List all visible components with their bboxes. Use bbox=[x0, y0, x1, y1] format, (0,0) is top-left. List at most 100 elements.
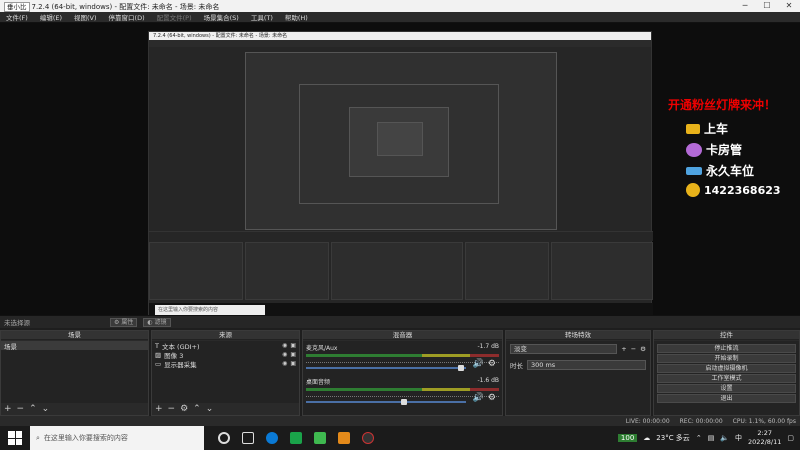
transitions-dock: 转场特效 淡变 + − ⚙ 时长 300 ms bbox=[505, 330, 651, 416]
scenes-header: 场景 bbox=[1, 331, 148, 340]
stop-streaming-button[interactable]: 停止推流 bbox=[657, 344, 796, 353]
image-icon: ▨ bbox=[155, 350, 162, 359]
mixer-dock: 混音器 麦克风/Aux -1.7 dB 🔊 ⚙ 桌面音频 -1.6 dB 🔊 ⚙ bbox=[302, 330, 503, 416]
scene-item-label: 场景 bbox=[4, 342, 17, 351]
start-recording-button[interactable]: 开始录制 bbox=[657, 354, 796, 363]
up-arrow-icon[interactable]: ⌃ bbox=[193, 404, 201, 414]
weather-icon: ☁ bbox=[643, 434, 651, 442]
gear-icon[interactable]: ⚙ bbox=[488, 359, 496, 369]
menu-file[interactable]: 文件(F) bbox=[6, 12, 28, 22]
windows-taskbar: ⌕ 在这里输入你要搜索的内容 100 ☁ 23°C 多云 ⌃ ▤ 🔈 中 2:2… bbox=[0, 426, 800, 450]
lock-icon[interactable]: ▣ bbox=[290, 360, 296, 367]
menu-scene-collection[interactable]: 场景集合(S) bbox=[204, 12, 239, 22]
menu-tools[interactable]: 工具(T) bbox=[251, 12, 273, 22]
scene-item[interactable]: 场景 bbox=[1, 341, 148, 351]
task-view-icon[interactable] bbox=[242, 432, 254, 444]
clock-time: 2:27 bbox=[757, 429, 772, 437]
source-label: 显示器采集 bbox=[164, 360, 197, 369]
add-icon[interactable]: + bbox=[621, 345, 626, 353]
menu-help[interactable]: 帮助(H) bbox=[285, 12, 308, 22]
close-button[interactable]: ✕ bbox=[778, 0, 800, 12]
overlay-item-2: 卡房管 bbox=[706, 143, 743, 157]
obs-icon[interactable] bbox=[362, 432, 374, 444]
duration-input[interactable]: 300 ms bbox=[527, 360, 646, 370]
nested-docks bbox=[149, 242, 653, 300]
notification-icon[interactable]: ▢ bbox=[787, 434, 794, 442]
eye-icon[interactable]: ◉ bbox=[282, 360, 287, 367]
add-icon[interactable]: + bbox=[155, 404, 163, 414]
up-arrow-icon[interactable]: ⌃ bbox=[29, 404, 37, 414]
system-tray: 100 ☁ 23°C 多云 ⌃ ▤ 🔈 中 2:27 2022/8/11 ▢ bbox=[617, 429, 800, 447]
rec-status: REC: 00:00:00 bbox=[679, 417, 723, 425]
scenes-dock: 场景 场景 + − ⌃ ⌄ bbox=[0, 330, 149, 416]
down-arrow-icon[interactable]: ⌄ bbox=[42, 404, 50, 414]
source-item[interactable]: ▭ 显示器采集 ◉ ▣ bbox=[152, 359, 299, 369]
exit-button[interactable]: 退出 bbox=[657, 394, 796, 403]
properties-button[interactable]: ⚙ 属性 bbox=[110, 317, 138, 327]
title-tag: 垂小比 bbox=[4, 1, 30, 12]
down-arrow-icon[interactable]: ⌄ bbox=[206, 404, 214, 414]
weather-text[interactable]: 23°C 多云 bbox=[656, 433, 690, 443]
window-title: 7.2.4 (64-bit, windows) - 配置文件: 未命名 - 场景… bbox=[31, 2, 220, 11]
menu-edit[interactable]: 编辑(E) bbox=[40, 12, 62, 22]
gear-icon[interactable]: ⚙ bbox=[488, 393, 496, 403]
sources-header: 来源 bbox=[152, 331, 299, 340]
transitions-header: 转场特效 bbox=[506, 331, 650, 340]
volume-icon[interactable]: 🔈 bbox=[720, 434, 729, 442]
channel-name: 麦克风/Aux bbox=[306, 345, 338, 352]
volume-slider-knob[interactable] bbox=[458, 365, 465, 371]
ime-icon[interactable]: 中 bbox=[735, 433, 742, 443]
volume-slider[interactable] bbox=[306, 365, 466, 371]
studio-mode-button[interactable]: 工作室模式 bbox=[657, 374, 796, 383]
search-icon: ⌕ bbox=[36, 433, 40, 442]
virtual-camera-button[interactable]: 启动虚拟摄像机 bbox=[657, 364, 796, 373]
menu-docks[interactable]: 停靠窗口(D) bbox=[109, 12, 145, 22]
remove-icon[interactable]: − bbox=[168, 404, 176, 414]
lock-icon[interactable]: ▣ bbox=[290, 351, 296, 358]
sources-dock: 来源 T 文本 (GDI+) ◉ ▣ ▨ 图像 3 ◉ ▣ ▭ 显示器采集 ◉ ▣ + − ⚙ ⌃ ⌄ bbox=[151, 330, 300, 416]
remove-icon[interactable]: − bbox=[17, 404, 25, 414]
settings-button[interactable]: 设置 bbox=[657, 384, 796, 393]
add-icon[interactable]: + bbox=[4, 404, 12, 414]
eye-icon[interactable]: ◉ bbox=[282, 342, 287, 349]
windows-start-icon[interactable] bbox=[8, 431, 22, 445]
help-app-icon[interactable] bbox=[338, 432, 350, 444]
preview-canvas[interactable]: 7.2.4 (64-bit, windows) - 配置文件: 未命名 - 场景… bbox=[0, 23, 800, 315]
edge-icon[interactable] bbox=[266, 432, 278, 444]
speaker-icon[interactable]: 🔊 bbox=[473, 359, 484, 369]
volume-slider[interactable] bbox=[306, 399, 466, 405]
duration-label: 时长 bbox=[510, 362, 523, 370]
cortana-icon[interactable] bbox=[218, 432, 230, 444]
filters-button[interactable]: ◐ 滤镜 bbox=[143, 317, 171, 327]
no-source-label: 未选择源 bbox=[4, 319, 30, 327]
clock[interactable]: 2:27 2022/8/11 bbox=[748, 429, 781, 447]
remove-icon[interactable]: − bbox=[631, 345, 636, 353]
app-icon[interactable] bbox=[314, 432, 326, 444]
menu-view[interactable]: 视图(V) bbox=[74, 12, 97, 22]
channel-name: 桌面音频 bbox=[306, 379, 331, 386]
taskbar-search[interactable]: ⌕ 在这里输入你要搜索的内容 bbox=[30, 426, 204, 450]
badge-icon bbox=[686, 142, 702, 157]
menu-profile[interactable]: 配置文件(P) bbox=[157, 12, 192, 22]
meter-scale bbox=[306, 392, 499, 397]
eye-icon[interactable]: ◉ bbox=[282, 351, 287, 358]
battery-icon[interactable]: 100 bbox=[617, 434, 638, 442]
search-placeholder: 在这里输入你要搜索的内容 bbox=[43, 434, 128, 442]
controls-header: 控件 bbox=[654, 331, 799, 340]
overlay-item-4: 1422368623 bbox=[704, 183, 781, 197]
level-meter bbox=[306, 388, 499, 391]
window-titlebar: 垂小比 7.2.4 (64-bit, windows) - 配置文件: 未命名 -… bbox=[0, 0, 800, 12]
wechat-icon[interactable] bbox=[290, 432, 302, 444]
nested-taskbar: 在这里输入你要搜索的内容 bbox=[149, 303, 653, 315]
nested-menu bbox=[149, 40, 651, 47]
gear-icon[interactable]: ⚙ bbox=[640, 345, 646, 353]
gear-icon[interactable]: ⚙ bbox=[180, 404, 188, 414]
network-icon[interactable]: ▤ bbox=[708, 434, 715, 442]
minimize-button[interactable]: ─ bbox=[734, 0, 756, 12]
maximize-button[interactable]: ☐ bbox=[756, 0, 778, 12]
speaker-icon[interactable]: 🔊 bbox=[473, 393, 484, 403]
lock-icon[interactable]: ▣ bbox=[290, 342, 296, 349]
volume-slider-knob[interactable] bbox=[401, 399, 408, 405]
transition-select[interactable]: 淡变 bbox=[510, 344, 618, 354]
chevron-up-icon[interactable]: ⌃ bbox=[696, 434, 702, 442]
